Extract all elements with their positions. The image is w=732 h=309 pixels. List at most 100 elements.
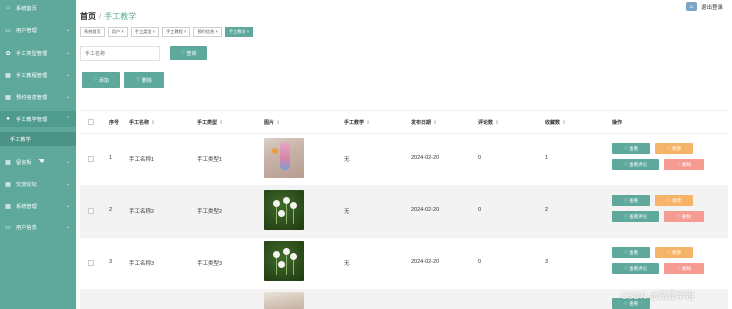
column-header-teaching[interactable]: 手工教学 ⇕ bbox=[344, 119, 370, 126]
sidebar-item-forum[interactable]: ▦ 交流论坛 ⌄ bbox=[0, 176, 76, 192]
delete-button[interactable]: ♡ 删除 bbox=[664, 263, 704, 274]
tab-home[interactable]: 系统首页 bbox=[80, 27, 105, 37]
sort-icon: ⇕ bbox=[366, 120, 371, 126]
search-input[interactable] bbox=[80, 46, 160, 61]
row-type: 手工类型2 bbox=[197, 209, 223, 215]
tab-tutorials[interactable]: 手工教程 × bbox=[162, 27, 191, 37]
row-date: 2024-02-20 bbox=[411, 155, 440, 161]
breadcrumb-current: 手工教学 bbox=[104, 12, 137, 21]
view-comments-button[interactable]: ♡ 查看评论 bbox=[612, 159, 659, 170]
heart-icon: ♡ bbox=[623, 213, 628, 219]
chevron-up-icon: ⌃ bbox=[65, 116, 70, 122]
grid-icon: ▦ bbox=[5, 181, 11, 188]
row-favorites: 1 bbox=[545, 155, 549, 161]
row-checkbox[interactable] bbox=[88, 260, 94, 266]
sidebar-item-booking[interactable]: ▦ 预约信息管理 ⌄ bbox=[0, 89, 76, 105]
delete-button[interactable]: ♡ 删除 bbox=[664, 211, 704, 222]
column-header-name[interactable]: 手工名称 ⇕ bbox=[129, 119, 155, 126]
row-favorites: 2 bbox=[545, 207, 549, 213]
heart-icon: ♡ bbox=[623, 249, 628, 255]
view-button[interactable]: ♡ 查看 bbox=[612, 247, 650, 258]
delete-button-label: 删除 bbox=[141, 77, 152, 84]
edit-button[interactable]: ♡ 修改 bbox=[655, 195, 693, 206]
select-all-checkbox[interactable] bbox=[88, 119, 94, 125]
chevron-down-icon: ⌄ bbox=[65, 203, 70, 209]
craft-image bbox=[264, 138, 304, 178]
sidebar-item-user-info[interactable]: ▭ 用户信息 ⌄ bbox=[0, 219, 76, 235]
add-button-label: 添加 bbox=[98, 77, 109, 84]
pointer-cursor-icon: ☚ bbox=[38, 158, 45, 165]
search-button-label: 查询 bbox=[186, 50, 197, 57]
row-name: 手工名称3 bbox=[129, 261, 155, 267]
add-button[interactable]: ♡ 添加 bbox=[82, 72, 120, 88]
sidebar-item-tutorials[interactable]: ▦ 手工教程管理 ⌄ bbox=[0, 67, 76, 83]
watermark: CSDN @茹茹学姐 bbox=[621, 291, 695, 301]
chevron-down-icon: ⌄ bbox=[65, 27, 70, 33]
row-date: 2024-02-20 bbox=[411, 259, 440, 265]
row-date: 2024-02-20 bbox=[411, 207, 440, 213]
table-header: 序号 手工名称 ⇕ 手工类型 ⇕ 图片 ⇕ 手工教学 ⇕ 发布日期 ⇕ 评论数 ⇕ 收藏数 ⇕… bbox=[80, 110, 728, 134]
sidebar-item-label: 预约信息管理 bbox=[16, 94, 48, 101]
search-button[interactable]: ♡ 查询 bbox=[170, 46, 207, 60]
delete-button[interactable]: ♡ 删除 bbox=[664, 159, 704, 170]
breadcrumb: 首页 / 手工教学 bbox=[80, 11, 136, 22]
sidebar-item-label: 用户管理 bbox=[16, 27, 37, 34]
row-type: 手工类型3 bbox=[197, 261, 223, 267]
sidebar-item-system[interactable]: ▦ 系统管理 ⌄ bbox=[0, 198, 76, 214]
home-icon: ⌂ bbox=[6, 5, 10, 11]
logout-button[interactable]: ☺ 退出登录 bbox=[686, 2, 723, 11]
table-row: 1 手工名称1 手工类型1 无 2024-02-20 0 1 ♡ 查看 ♡ 修改… bbox=[80, 133, 728, 186]
heart-icon: ♡ bbox=[623, 161, 628, 167]
row-type: 手工类型1 bbox=[197, 157, 223, 163]
column-header-image[interactable]: 图片 ⇕ bbox=[264, 119, 280, 126]
column-header-index: 序号 bbox=[109, 120, 120, 126]
heart-icon: ♡ bbox=[93, 77, 98, 83]
grid-icon: ▦ bbox=[5, 72, 11, 79]
sidebar-subitem-teaching[interactable]: 手工教学 bbox=[0, 132, 76, 146]
tab-craft-type[interactable]: 手工类型 × bbox=[130, 27, 160, 37]
sidebar-item-teaching[interactable]: ● 手工教学管理 ⌃ bbox=[0, 111, 76, 127]
column-header-comments[interactable]: 评论数 ⇕ bbox=[478, 119, 499, 126]
row-name: 手工名称2 bbox=[129, 209, 155, 215]
row-favorites: 3 bbox=[545, 259, 549, 265]
chevron-down-icon: ⌄ bbox=[65, 159, 70, 165]
craft-image bbox=[264, 292, 304, 309]
monitor-icon: ▭ bbox=[5, 27, 11, 34]
column-header-type[interactable]: 手工类型 ⇕ bbox=[197, 119, 223, 126]
row-name: 手工名称1 bbox=[129, 157, 155, 163]
heart-icon: ♡ bbox=[676, 265, 681, 271]
view-comments-button[interactable]: ♡ 查看评论 bbox=[612, 263, 659, 274]
chevron-down-icon: ⌄ bbox=[65, 224, 70, 230]
sidebar-item-label: 用户信息 bbox=[16, 224, 37, 231]
heart-icon: ♡ bbox=[623, 145, 628, 151]
chevron-down-icon: ⌄ bbox=[65, 94, 70, 100]
row-comments: 0 bbox=[478, 155, 482, 161]
grid-icon: ▦ bbox=[5, 94, 11, 101]
tab-booking[interactable]: 预约信息 × bbox=[193, 27, 222, 37]
user-icon: ● bbox=[6, 116, 10, 122]
sidebar-item-users[interactable]: ▭ 用户管理 ⌄ bbox=[0, 22, 76, 38]
tab-teaching[interactable]: 手工教学 × bbox=[224, 27, 254, 37]
sidebar-item-craft-type[interactable]: ✿ 手工类型管理 ⌄ bbox=[0, 45, 76, 61]
craft-image bbox=[264, 241, 304, 281]
column-header-favorites[interactable]: 收藏数 ⇕ bbox=[545, 119, 566, 126]
view-comments-button[interactable]: ♡ 查看评论 bbox=[612, 211, 659, 222]
sort-icon: ⇕ bbox=[151, 120, 156, 126]
sort-icon: ⇕ bbox=[276, 120, 281, 126]
batch-delete-button[interactable]: ♡ 删除 bbox=[124, 72, 164, 88]
craft-image bbox=[264, 190, 304, 230]
edit-button[interactable]: ♡ 修改 bbox=[655, 247, 693, 258]
row-checkbox[interactable] bbox=[88, 208, 94, 214]
breadcrumb-home[interactable]: 首页 bbox=[80, 12, 96, 21]
row-teaching: 无 bbox=[344, 261, 350, 267]
grid-icon: ▦ bbox=[5, 203, 11, 210]
view-button[interactable]: ♡ 查看 bbox=[612, 195, 650, 206]
edit-button[interactable]: ♡ 修改 bbox=[655, 143, 693, 154]
column-header-date[interactable]: 发布日期 ⇕ bbox=[411, 119, 437, 126]
sidebar-item-label: 交流论坛 bbox=[16, 181, 37, 188]
sidebar-item-home[interactable]: ⌂ 系统首页 bbox=[0, 0, 76, 16]
heart-icon: ♡ bbox=[676, 161, 681, 167]
row-checkbox[interactable] bbox=[88, 156, 94, 162]
tab-users[interactable]: 用户 × bbox=[107, 27, 128, 37]
view-button[interactable]: ♡ 查看 bbox=[612, 143, 650, 154]
